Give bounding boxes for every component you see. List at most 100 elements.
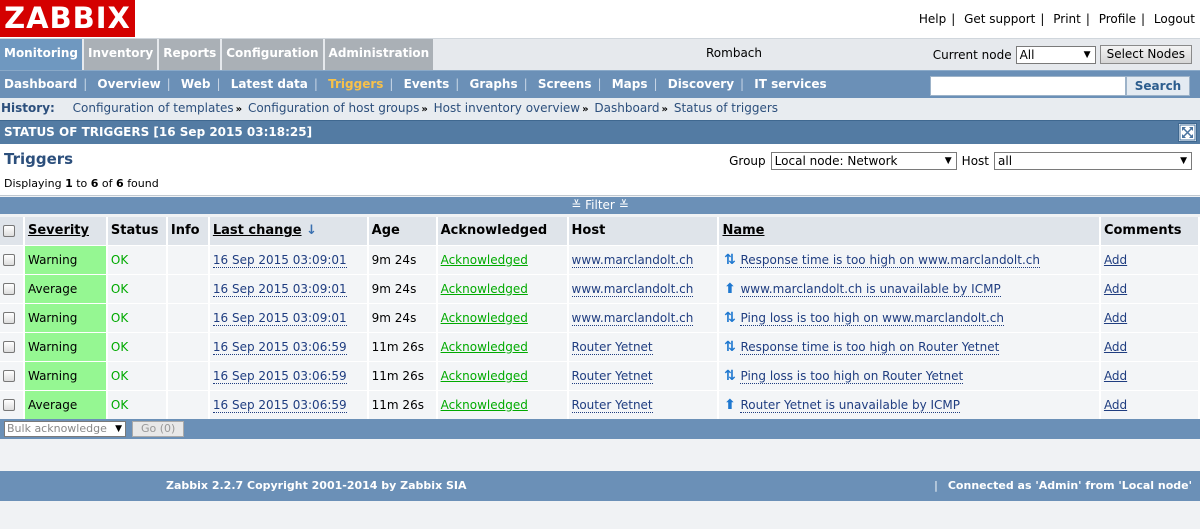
profile-link[interactable]: Profile: [1099, 12, 1136, 26]
submenu-events[interactable]: Events: [404, 77, 450, 91]
submenu-graphs[interactable]: Graphs: [469, 77, 517, 91]
connection-info: | Connected as 'Admin' from 'Local node': [934, 479, 1192, 492]
info-cell: [166, 244, 210, 274]
tab-configuration[interactable]: Configuration: [222, 39, 323, 70]
age-cell: 9m 24s: [367, 244, 438, 274]
last-change-link[interactable]: 16 Sep 2015 03:09:01: [212, 252, 347, 268]
get-support-link[interactable]: Get support: [964, 12, 1035, 26]
triggers-table-wrapper: Severity Status Info Last change ↓ Age A…: [0, 217, 1200, 439]
submenu-maps[interactable]: Maps: [612, 77, 648, 91]
trigger-name-link[interactable]: Router Yetnet is unavailable by ICMP: [740, 397, 961, 413]
submenu-triggers[interactable]: Triggers: [328, 77, 383, 91]
tab-monitoring[interactable]: Monitoring: [0, 39, 82, 70]
col-host: Host: [567, 217, 720, 245]
row-checkbox[interactable]: [3, 370, 15, 382]
go-button[interactable]: Go (0): [132, 421, 185, 437]
col-name[interactable]: Name: [718, 217, 1101, 245]
status-cell: OK: [106, 331, 168, 361]
add-comment-link[interactable]: Add: [1104, 253, 1127, 267]
acknowledged-link[interactable]: Acknowledged: [441, 282, 528, 296]
dependency-up-icon[interactable]: ⬆: [722, 281, 737, 297]
host-link[interactable]: www.marclandolt.ch: [571, 281, 694, 297]
add-comment-link[interactable]: Add: [1104, 340, 1127, 354]
row-checkbox[interactable]: [3, 341, 15, 353]
bulk-action-select[interactable]: Bulk acknowledge ▼: [4, 421, 126, 437]
select-all-checkbox[interactable]: [3, 224, 15, 237]
host-link[interactable]: Router Yetnet: [571, 397, 653, 413]
host-link[interactable]: www.marclandolt.ch: [571, 310, 694, 326]
host-link[interactable]: www.marclandolt.ch: [571, 252, 694, 268]
print-link[interactable]: Print: [1053, 12, 1081, 26]
tab-administration[interactable]: Administration: [324, 39, 434, 70]
row-checkbox[interactable]: [3, 254, 15, 266]
submenu-latest-data[interactable]: Latest data: [231, 77, 308, 91]
copyright: Zabbix 2.2.7 Copyright 2001-2014 by Zabb…: [166, 479, 467, 492]
row-checkbox-cell: [0, 273, 25, 303]
history-item[interactable]: Dashboard: [594, 101, 659, 115]
submenu-dashboard[interactable]: Dashboard: [4, 77, 77, 91]
dependency-both-icon[interactable]: ⇅: [722, 252, 737, 268]
history-item[interactable]: Configuration of templates: [73, 101, 234, 115]
trigger-name-link[interactable]: Ping loss is too high on Router Yetnet: [740, 368, 964, 384]
filter-toggle[interactable]: ≚ Filter ≚: [0, 197, 1200, 214]
add-comment-link[interactable]: Add: [1104, 282, 1127, 296]
status-cell: OK: [106, 389, 168, 419]
host-cell: www.marclandolt.ch: [567, 273, 720, 303]
row-checkbox-cell: [0, 360, 25, 390]
dependency-both-icon[interactable]: ⇅: [722, 310, 737, 326]
search-button[interactable]: Search: [1126, 76, 1190, 96]
group-select[interactable]: Local node: Network ▼: [770, 152, 957, 170]
submenu-web[interactable]: Web: [181, 77, 211, 91]
host-link[interactable]: Router Yetnet: [571, 368, 653, 384]
submenu-overview[interactable]: Overview: [97, 77, 160, 91]
last-change-link[interactable]: 16 Sep 2015 03:09:01: [212, 281, 347, 297]
history-item[interactable]: Host inventory overview: [434, 101, 580, 115]
page-title: STATUS OF TRIGGERS [16 Sep 2015 03:18:25…: [4, 125, 313, 139]
trigger-name-link[interactable]: Response time is too high on Router Yetn…: [740, 339, 1000, 355]
acknowledged-link[interactable]: Acknowledged: [441, 311, 528, 325]
host-link[interactable]: Router Yetnet: [571, 339, 653, 355]
dependency-both-icon[interactable]: ⇅: [722, 368, 737, 384]
submenu-it-services[interactable]: IT services: [754, 77, 826, 91]
row-checkbox[interactable]: [3, 399, 15, 412]
trigger-name-link[interactable]: www.marclandolt.ch is unavailable by ICM…: [740, 281, 1001, 297]
last-change-link[interactable]: 16 Sep 2015 03:06:59: [212, 339, 347, 355]
acknowledged-link[interactable]: Acknowledged: [441, 253, 528, 267]
fullscreen-icon[interactable]: [1178, 123, 1197, 142]
dependency-up-icon[interactable]: ⬆: [722, 397, 737, 413]
search-input[interactable]: [930, 76, 1126, 96]
acknowledged-link[interactable]: Acknowledged: [441, 340, 528, 354]
row-checkbox[interactable]: [3, 312, 15, 324]
submenu-discovery[interactable]: Discovery: [668, 77, 734, 91]
last-change-cell: 16 Sep 2015 03:06:59: [208, 360, 369, 390]
logout-link[interactable]: Logout: [1154, 12, 1195, 26]
history-label: History:: [1, 101, 55, 115]
host-cell: Router Yetnet: [567, 360, 720, 390]
col-last-change[interactable]: Last change ↓: [208, 217, 369, 245]
last-change-link[interactable]: 16 Sep 2015 03:06:59: [212, 397, 347, 413]
comments-cell: Add: [1099, 360, 1200, 390]
trigger-name-link[interactable]: Response time is too high on www.marclan…: [740, 252, 1040, 268]
select-nodes-button[interactable]: Select Nodes: [1099, 45, 1192, 64]
tab-reports[interactable]: Reports: [159, 39, 221, 70]
trigger-name-link[interactable]: Ping loss is too high on www.marclandolt…: [740, 310, 1004, 326]
row-checkbox-cell: [0, 244, 25, 274]
current-node-select[interactable]: All ▼: [1015, 45, 1096, 64]
last-change-link[interactable]: 16 Sep 2015 03:06:59: [212, 368, 347, 384]
last-change-link[interactable]: 16 Sep 2015 03:09:01: [212, 310, 347, 326]
acknowledged-link[interactable]: Acknowledged: [441, 398, 528, 412]
host-select[interactable]: all ▼: [994, 152, 1192, 170]
zabbix-logo[interactable]: ZABBIX: [0, 0, 135, 37]
history-item[interactable]: Status of triggers: [674, 101, 778, 115]
row-checkbox[interactable]: [3, 283, 15, 295]
history-item[interactable]: Configuration of host groups: [248, 101, 419, 115]
col-severity[interactable]: Severity: [23, 217, 108, 245]
dependency-both-icon[interactable]: ⇅: [722, 339, 737, 355]
help-link[interactable]: Help: [919, 12, 946, 26]
acknowledged-link[interactable]: Acknowledged: [441, 369, 528, 383]
tab-inventory[interactable]: Inventory: [84, 39, 158, 70]
add-comment-link[interactable]: Add: [1104, 311, 1127, 325]
add-comment-link[interactable]: Add: [1104, 369, 1127, 383]
add-comment-link[interactable]: Add: [1104, 398, 1127, 412]
submenu-screens[interactable]: Screens: [538, 77, 592, 91]
